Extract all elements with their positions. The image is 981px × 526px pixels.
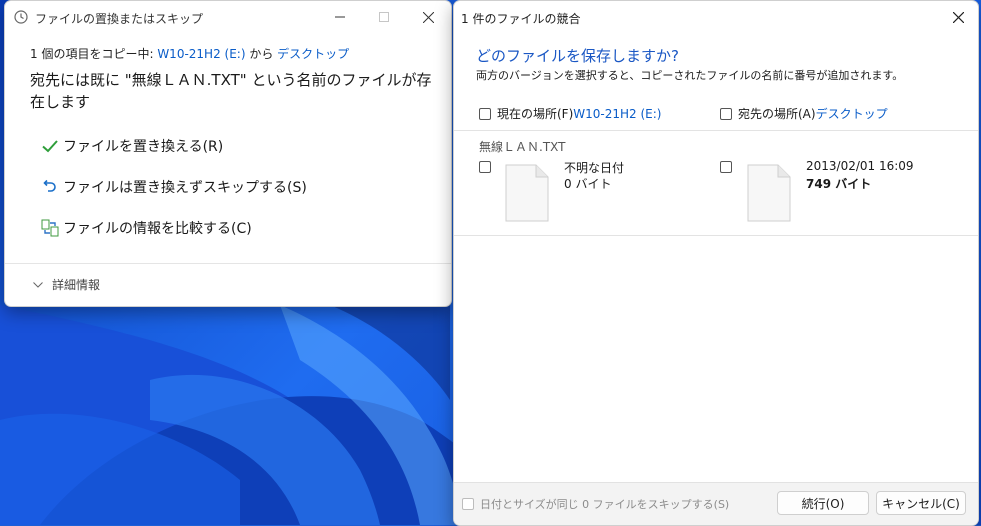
source-version-checkbox[interactable] (479, 161, 491, 173)
copy-status: 1 個の項目をコピー中: W10-21H2 (E:) から デスクトップ (30, 45, 349, 62)
replace-label: ファイルを置き換える(R) (63, 139, 224, 155)
from-word: から (245, 47, 278, 61)
source-version-date: 不明な日付 (564, 161, 625, 175)
source-link[interactable]: W10-21H2 (E:) (157, 47, 245, 61)
compare-label: ファイルの情報を比較する(C) (63, 221, 252, 237)
minimize-button[interactable] (317, 1, 363, 33)
window-title: 1 件のファイルの競合 (461, 12, 581, 26)
current-location-column[interactable]: 現在の場所(F) W10-21H2 (E:) (479, 105, 661, 122)
maximize-icon (379, 12, 389, 22)
destination-version-size: 749 バイト (806, 177, 872, 191)
skip-same-label: 日付とサイズが同じ 0 ファイルをスキップする(S) (480, 498, 730, 511)
compare-icon (40, 218, 60, 238)
skip-same-option: 日付とサイズが同じ 0 ファイルをスキップする(S) (462, 496, 729, 512)
divider (454, 235, 978, 236)
current-location-checkbox[interactable] (479, 107, 491, 120)
current-location-label: 現在の場所(F) (497, 107, 574, 121)
maximize-button (361, 1, 407, 33)
copy-prefix: 1 個の項目をコピー中: (30, 47, 158, 61)
compare-option[interactable]: ファイルの情報を比較する(C) (40, 217, 252, 239)
skip-option[interactable]: ファイルは置き換えずスキップする(S) (40, 176, 307, 198)
dialog-heading: どのファイルを保存しますか? (476, 47, 679, 65)
file-conflict-dialog: 1 件のファイルの競合 どのファイルを保存しますか? 両方のバージョンを選択する… (453, 0, 979, 526)
skip-same-checkbox (462, 498, 474, 510)
destination-checkbox[interactable] (720, 107, 732, 120)
window-title: ファイルの置換またはスキップ (35, 12, 204, 26)
dialog-footer: 日付とサイズが同じ 0 ファイルをスキップする(S) 続行(O) キャンセル(C… (454, 482, 978, 525)
close-icon (422, 11, 434, 23)
close-icon (952, 11, 964, 23)
conflict-message: 宛先には既に "無線ＬＡＮ.TXT" という名前のファイルが存在します (30, 71, 432, 111)
source-version-size: 0 バイト (564, 177, 612, 191)
more-details-label: 詳細情報 (52, 278, 101, 292)
destination-column[interactable]: 宛先の場所(A) デスクトップ (720, 105, 888, 122)
chevron-down-icon (33, 281, 43, 288)
destination-label: 宛先の場所(A) (738, 107, 816, 121)
conflict-file-name: 無線ＬＡＮ.TXT (479, 140, 566, 154)
clock-icon (14, 10, 28, 24)
current-location-link[interactable]: W10-21H2 (E:) (573, 107, 661, 121)
continue-button[interactable]: 続行(O) (777, 491, 869, 515)
more-details-toggle[interactable]: 詳細情報 (33, 276, 100, 293)
replace-option[interactable]: ファイルを置き換える(R) (40, 135, 223, 157)
close-button[interactable] (938, 1, 978, 33)
minimize-icon (335, 16, 345, 18)
dialog-description: 両方のバージョンを選択すると、コピーされたファイルの名前に番号が追加されます。 (476, 69, 904, 82)
close-button[interactable] (405, 1, 451, 33)
skip-label: ファイルは置き換えずスキップする(S) (63, 180, 307, 196)
replace-or-skip-dialog: ファイルの置換またはスキップ 1 個の項目をコピー中: W10-21H2 (E:… (4, 0, 452, 307)
destination-version-checkbox[interactable] (720, 161, 732, 173)
destination-link[interactable]: デスクトップ (816, 105, 888, 122)
divider (5, 263, 451, 264)
divider (454, 130, 978, 131)
destination-link[interactable]: デスクトップ (277, 47, 349, 61)
checkmark-icon (40, 136, 60, 156)
document-icon[interactable] (747, 164, 791, 222)
title-bar: ファイルの置換またはスキップ (5, 1, 451, 33)
undo-arrow-icon (40, 177, 60, 197)
destination-version-date: 2013/02/01 16:09 (806, 159, 914, 173)
document-icon[interactable] (505, 164, 549, 222)
cancel-button[interactable]: キャンセル(C) (876, 491, 966, 515)
